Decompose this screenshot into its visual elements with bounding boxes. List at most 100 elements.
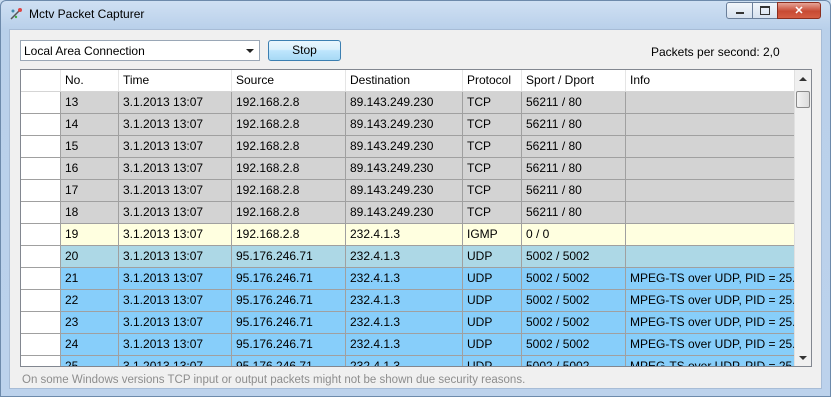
cell-protocol[interactable]: TCP (463, 180, 522, 202)
row-header[interactable] (21, 246, 61, 268)
table-row[interactable]: 23 3.1.2013 13:07 95.176.246.71 232.4.1.3 UD… (21, 312, 795, 334)
column-header-time[interactable]: Time (119, 70, 232, 91)
cell-protocol[interactable]: UDP (463, 356, 522, 366)
table-row[interactable]: 15 3.1.2013 13:07 192.168.2.8 89.143.249.23… (21, 136, 795, 158)
row-header[interactable] (21, 312, 61, 334)
column-header-info[interactable]: Info (626, 70, 795, 91)
table-row[interactable]: 20 3.1.2013 13:07 95.176.246.71 232.4.1.3 UD… (21, 246, 795, 268)
cell-source[interactable]: 192.168.2.8 (232, 180, 346, 202)
cell-source[interactable]: 95.176.246.71 (232, 312, 346, 334)
stop-button[interactable]: Stop (268, 40, 341, 61)
cell-ports[interactable]: 56211 / 80 (522, 114, 626, 136)
row-header[interactable] (21, 92, 61, 114)
cell-protocol[interactable]: TCP (463, 202, 522, 224)
cell-ports[interactable]: 5002 / 5002 (522, 312, 626, 334)
cell-source[interactable]: 192.168.2.8 (232, 158, 346, 180)
row-header[interactable] (21, 224, 61, 246)
cell-destination[interactable]: 89.143.249.230 (346, 180, 463, 202)
row-header[interactable] (21, 334, 61, 356)
cell-source[interactable]: 192.168.2.8 (232, 136, 346, 158)
column-header-ports[interactable]: Sport / Dport (522, 70, 626, 91)
cell-source[interactable]: 192.168.2.8 (232, 224, 346, 246)
cell-ports[interactable]: 0 / 0 (522, 224, 626, 246)
cell-no[interactable]: 22 (61, 290, 119, 312)
cell-info[interactable] (626, 136, 795, 158)
cell-destination[interactable]: 89.143.249.230 (346, 136, 463, 158)
cell-no[interactable]: 18 (61, 202, 119, 224)
cell-ports[interactable]: 56211 / 80 (522, 92, 626, 114)
cell-destination[interactable]: 89.143.249.230 (346, 202, 463, 224)
cell-info[interactable] (626, 202, 795, 224)
cell-destination[interactable]: 232.4.1.3 (346, 334, 463, 356)
cell-protocol[interactable]: UDP (463, 268, 522, 290)
cell-no[interactable]: 24 (61, 334, 119, 356)
cell-destination[interactable]: 232.4.1.3 (346, 290, 463, 312)
cell-no[interactable]: 14 (61, 114, 119, 136)
cell-info[interactable]: MPEG-TS over UDP, PID = 25... (626, 290, 795, 312)
cell-no[interactable]: 19 (61, 224, 119, 246)
cell-source[interactable]: 192.168.2.8 (232, 202, 346, 224)
cell-destination[interactable]: 89.143.249.230 (346, 158, 463, 180)
row-header[interactable] (21, 202, 61, 224)
cell-no[interactable]: 25 (61, 356, 119, 366)
cell-protocol[interactable]: UDP (463, 290, 522, 312)
column-header-source[interactable]: Source (232, 70, 346, 91)
cell-ports[interactable]: 5002 / 5002 (522, 334, 626, 356)
table-row[interactable]: 13 3.1.2013 13:07 192.168.2.8 89.143.249.23… (21, 92, 795, 114)
table-row[interactable]: 16 3.1.2013 13:07 192.168.2.8 89.143.249.23… (21, 158, 795, 180)
cell-ports[interactable]: 5002 / 5002 (522, 268, 626, 290)
cell-ports[interactable]: 56211 / 80 (522, 180, 626, 202)
cell-ports[interactable]: 5002 / 5002 (522, 290, 626, 312)
cell-info[interactable]: MPEG-TS over UDP, PID = 25... (626, 312, 795, 334)
scroll-up-button[interactable] (795, 70, 811, 87)
column-header-protocol[interactable]: Protocol (463, 70, 522, 91)
cell-source[interactable]: 95.176.246.71 (232, 334, 346, 356)
column-header-destination[interactable]: Destination (346, 70, 463, 91)
cell-source[interactable]: 95.176.246.71 (232, 290, 346, 312)
cell-source[interactable]: 192.168.2.8 (232, 92, 346, 114)
cell-destination[interactable]: 232.4.1.3 (346, 246, 463, 268)
cell-time[interactable]: 3.1.2013 13:07 (119, 180, 232, 202)
cell-destination[interactable]: 232.4.1.3 (346, 312, 463, 334)
cell-destination[interactable]: 89.143.249.230 (346, 114, 463, 136)
cell-no[interactable]: 16 (61, 158, 119, 180)
cell-time[interactable]: 3.1.2013 13:07 (119, 158, 232, 180)
close-button[interactable]: ✕ (777, 2, 821, 19)
row-header[interactable] (21, 136, 61, 158)
cell-time[interactable]: 3.1.2013 13:07 (119, 246, 232, 268)
row-header[interactable] (21, 356, 61, 366)
cell-ports[interactable]: 56211 / 80 (522, 158, 626, 180)
cell-time[interactable]: 3.1.2013 13:07 (119, 312, 232, 334)
cell-time[interactable]: 3.1.2013 13:07 (119, 290, 232, 312)
column-header-no[interactable]: No. (61, 70, 119, 91)
minimize-button[interactable] (726, 2, 753, 19)
row-header[interactable] (21, 158, 61, 180)
row-header[interactable] (21, 114, 61, 136)
cell-protocol[interactable]: TCP (463, 114, 522, 136)
cell-protocol[interactable]: IGMP (463, 224, 522, 246)
cell-time[interactable]: 3.1.2013 13:07 (119, 114, 232, 136)
cell-no[interactable]: 23 (61, 312, 119, 334)
cell-time[interactable]: 3.1.2013 13:07 (119, 224, 232, 246)
table-row[interactable]: 22 3.1.2013 13:07 95.176.246.71 232.4.1.3 UD… (21, 290, 795, 312)
table-row[interactable]: 24 3.1.2013 13:07 95.176.246.71 232.4.1.3 UD… (21, 334, 795, 356)
cell-source[interactable]: 192.168.2.8 (232, 114, 346, 136)
cell-time[interactable]: 3.1.2013 13:07 (119, 202, 232, 224)
cell-info[interactable]: MPEG-TS over UDP, PID = 25... (626, 334, 795, 356)
scroll-thumb[interactable] (796, 91, 810, 108)
cell-ports[interactable]: 5002 / 5002 (522, 356, 626, 366)
cell-info[interactable] (626, 158, 795, 180)
table-row[interactable]: 14 3.1.2013 13:07 192.168.2.8 89.143.249.23… (21, 114, 795, 136)
cell-info[interactable] (626, 180, 795, 202)
cell-destination[interactable]: 232.4.1.3 (346, 224, 463, 246)
cell-ports[interactable]: 5002 / 5002 (522, 246, 626, 268)
cell-ports[interactable]: 56211 / 80 (522, 136, 626, 158)
row-header[interactable] (21, 268, 61, 290)
cell-ports[interactable]: 56211 / 80 (522, 202, 626, 224)
cell-no[interactable]: 21 (61, 268, 119, 290)
table-row[interactable]: 21 3.1.2013 13:07 95.176.246.71 232.4.1.3 UD… (21, 268, 795, 290)
cell-destination[interactable]: 89.143.249.230 (346, 92, 463, 114)
maximize-button[interactable] (752, 2, 778, 19)
title-bar[interactable]: Mctv Packet Capturer ✕ (1, 1, 830, 28)
table-row[interactable]: 17 3.1.2013 13:07 192.168.2.8 89.143.249.23… (21, 180, 795, 202)
